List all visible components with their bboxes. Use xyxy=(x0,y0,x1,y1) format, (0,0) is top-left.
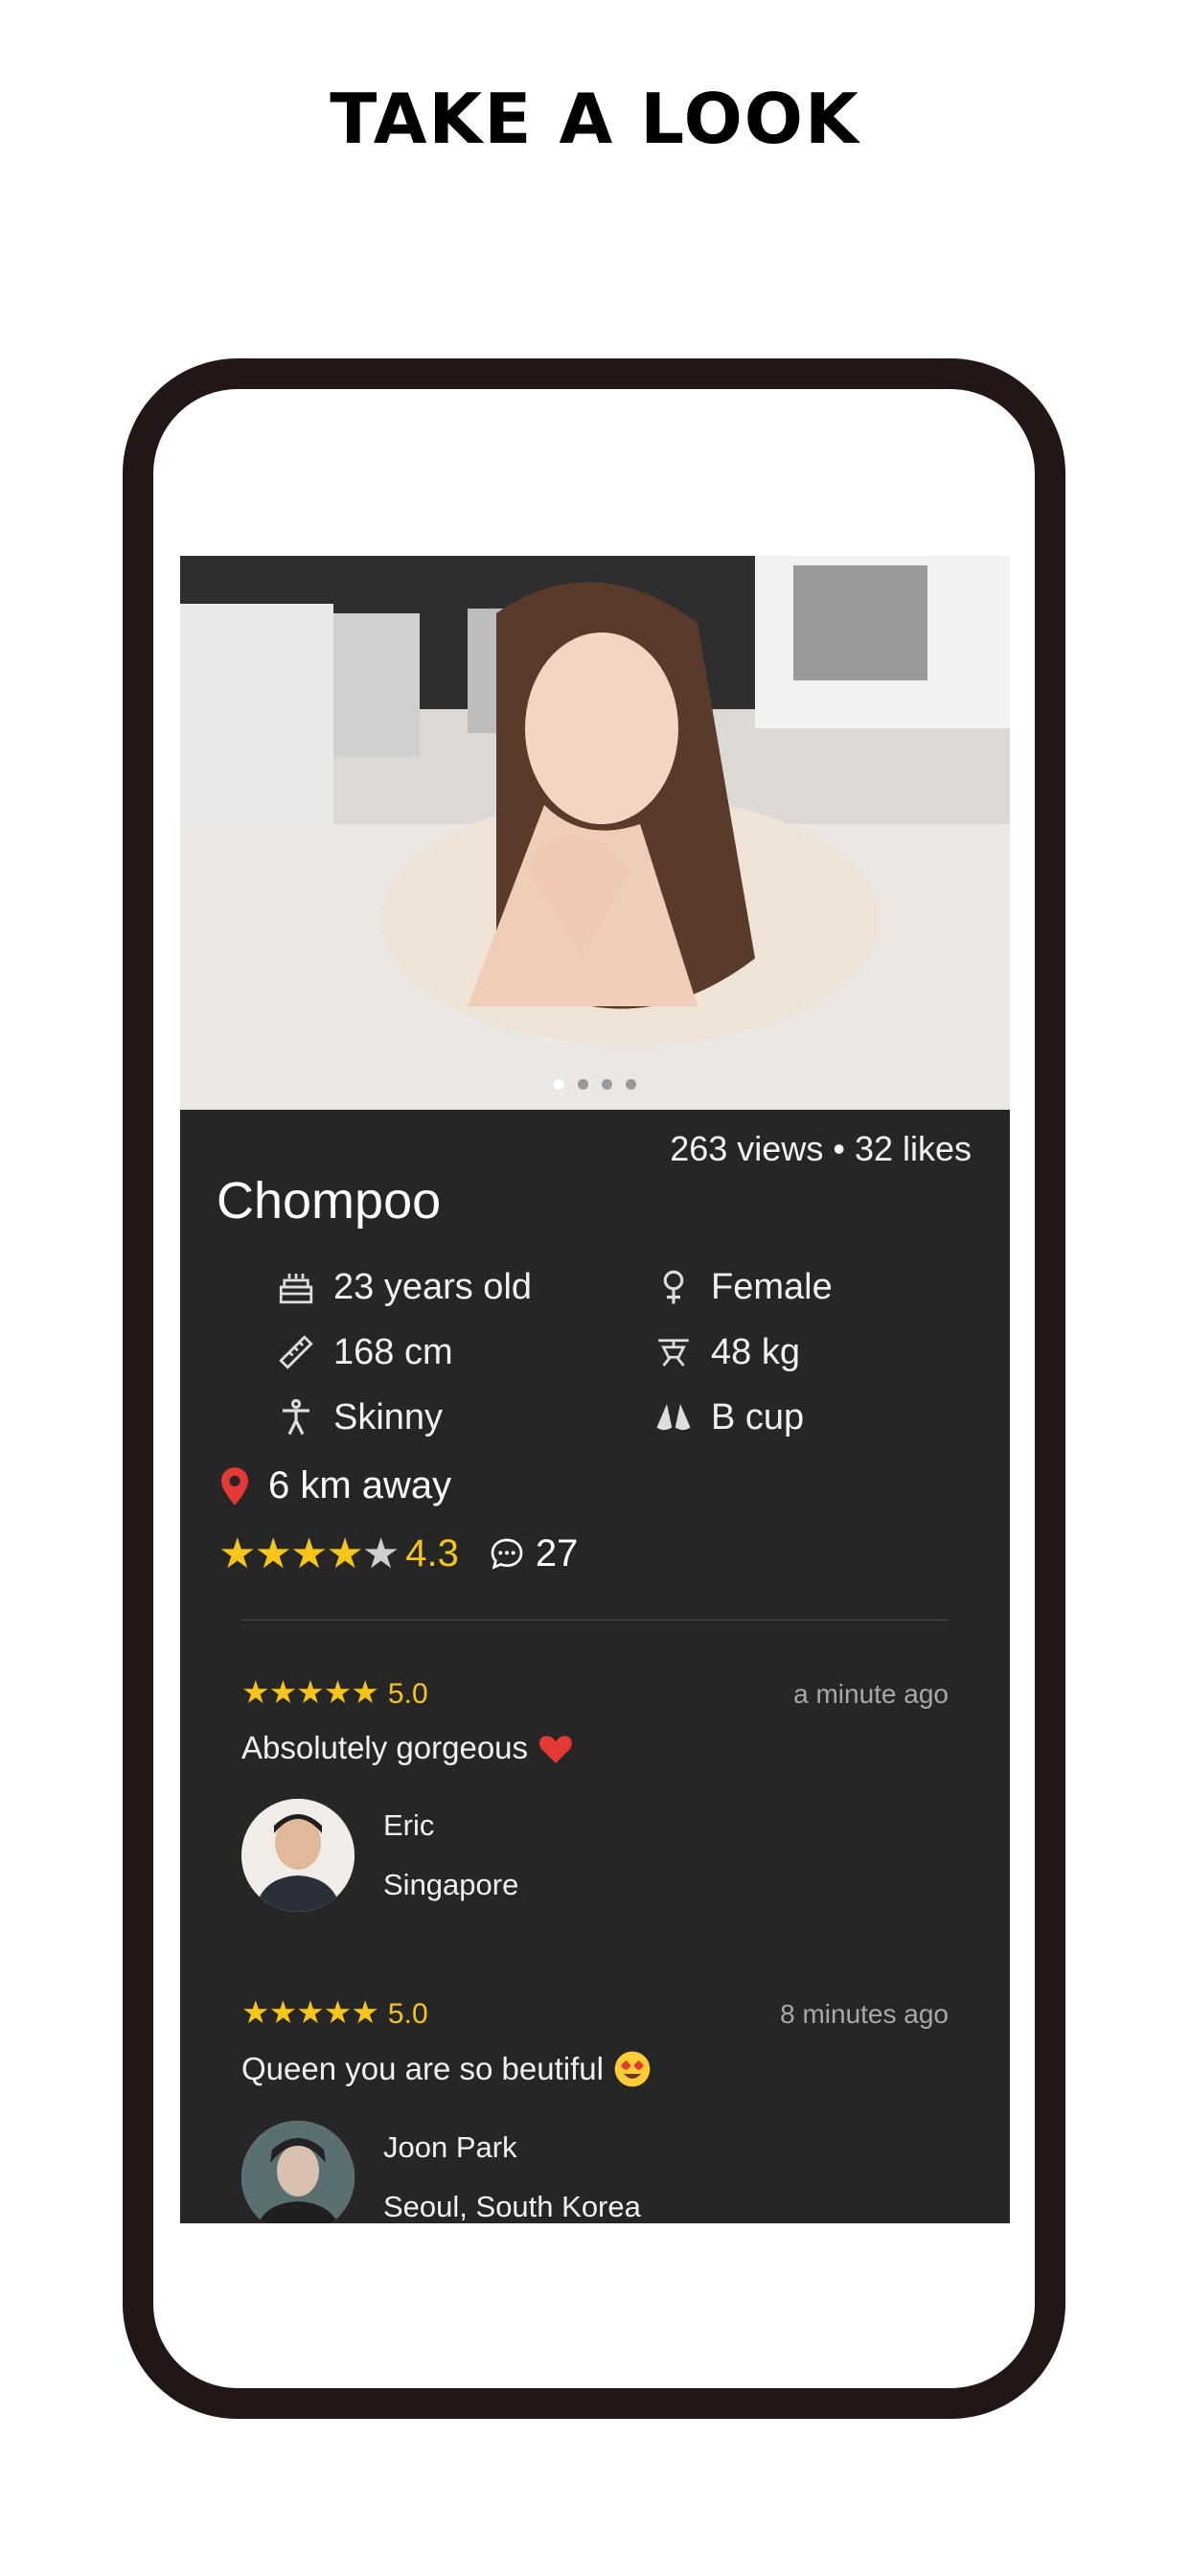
pager-dot[interactable] xyxy=(578,1079,588,1090)
review-text-value: Queen you are so beutiful xyxy=(241,2051,604,2086)
stats-separator: • xyxy=(833,1129,845,1168)
star-icon: ★ xyxy=(361,1530,400,1577)
profile-photo[interactable] xyxy=(180,556,1010,1110)
review-stars: ★★★★★ xyxy=(241,1674,379,1710)
gender-value: Female xyxy=(711,1266,833,1307)
review-time: a minute ago xyxy=(793,1679,949,1709)
scale-icon xyxy=(653,1332,694,1372)
red-heart-icon xyxy=(538,1731,574,1765)
review-user-name[interactable]: Eric xyxy=(383,1808,518,1843)
photo-pager[interactable] xyxy=(180,1077,1010,1094)
heart-eyes-emoji-icon xyxy=(613,2050,652,2088)
height-attribute: 168 cm xyxy=(276,1328,453,1376)
profile-name: Chompoo xyxy=(217,1172,442,1230)
review-text: Absolutely gorgeous xyxy=(241,1730,949,1766)
comment-bubble-icon xyxy=(488,1535,526,1574)
review-user-location: Seoul, South Korea xyxy=(383,2190,641,2223)
distance-row: 6 km away xyxy=(218,1464,451,1507)
star-icon: ★ xyxy=(289,1530,328,1577)
ruler-icon xyxy=(276,1332,316,1372)
height-value: 168 cm xyxy=(333,1331,453,1372)
review-text-value: Absolutely gorgeous xyxy=(241,1730,529,1765)
likes-count: 32 likes xyxy=(854,1129,972,1168)
review-user[interactable]: Joon Park Seoul, South Korea xyxy=(241,2121,949,2223)
views-count: 263 views xyxy=(670,1129,824,1168)
age-attribute: 23 years old xyxy=(276,1263,532,1311)
cup-attribute: B cup xyxy=(653,1393,804,1441)
weight-value: 48 kg xyxy=(711,1331,800,1372)
review-time: 8 minutes ago xyxy=(780,1999,949,2029)
pager-dot[interactable] xyxy=(554,1079,564,1090)
pager-dot[interactable] xyxy=(626,1079,636,1090)
review-score: 5.0 xyxy=(387,1678,428,1710)
review-score: 5.0 xyxy=(387,1998,428,2030)
review-text: Queen you are so beutiful xyxy=(241,2050,949,2088)
body-value: Skinny xyxy=(333,1396,444,1438)
distance-value: 6 km away xyxy=(268,1464,452,1506)
divider xyxy=(241,1620,949,1621)
person-icon xyxy=(276,1397,316,1438)
female-icon xyxy=(653,1267,694,1307)
star-icon: ★ xyxy=(326,1530,363,1577)
weight-attribute: 48 kg xyxy=(653,1328,800,1376)
birthday-cake-icon xyxy=(276,1267,316,1307)
gender-attribute: Female xyxy=(653,1263,833,1311)
review-user-name[interactable]: Joon Park xyxy=(383,2130,641,2165)
body-attribute: Skinny xyxy=(276,1393,443,1441)
review-stars: ★★★★★ xyxy=(241,1994,379,2030)
review-item: ★★★★★ 5.0 a minute ago Absolutely gorgeou… xyxy=(241,1673,949,1912)
review-user-location: Singapore xyxy=(383,1868,519,1901)
star-icon: ★ xyxy=(218,1530,256,1577)
pager-dot[interactable] xyxy=(602,1079,612,1090)
rating-stars: ★★★★★ xyxy=(218,1530,400,1578)
star-icon: ★ xyxy=(254,1530,291,1577)
avatar[interactable] xyxy=(241,2121,355,2223)
rating-value: 4.3 xyxy=(405,1532,459,1575)
cup-value: B cup xyxy=(711,1396,805,1438)
bra-icon xyxy=(653,1397,694,1438)
rating-row[interactable]: ★★★★★ 4.3 27 xyxy=(218,1530,578,1578)
comment-count-value: 27 xyxy=(535,1532,579,1575)
review-item: ★★★★★ 5.0 8 minutes ago Queen you are so … xyxy=(241,1993,949,2223)
comment-count[interactable]: 27 xyxy=(488,1532,579,1576)
profile-stats: 263 views • 32 likes xyxy=(670,1129,972,1169)
age-value: 23 years old xyxy=(333,1266,533,1307)
headline: TAKE A LOOK xyxy=(330,79,860,159)
review-user[interactable]: Eric Singapore xyxy=(241,1799,949,1912)
profile-screen: 263 views • 32 likes Chompoo 23 years old … xyxy=(180,556,1010,2223)
location-pin-icon xyxy=(218,1466,251,1506)
avatar[interactable] xyxy=(241,1799,355,1912)
